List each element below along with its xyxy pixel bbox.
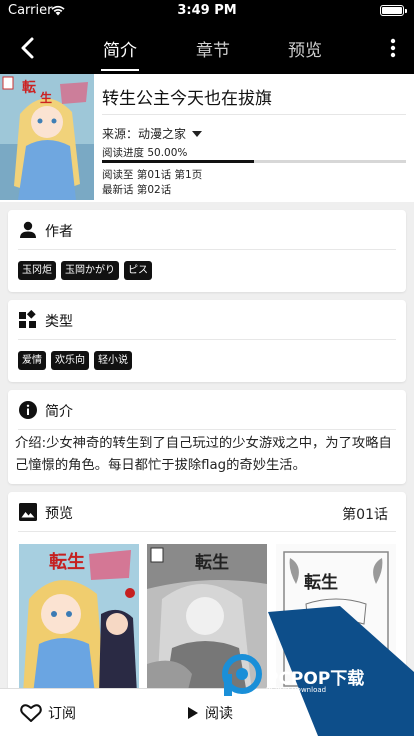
status-bar: Carrier 3:49 PM xyxy=(0,0,414,22)
dropdown-caret-icon xyxy=(192,131,203,137)
preview-thumbnail[interactable]: 転生 xyxy=(19,544,139,694)
last-read-position: 阅读至 第01话 第1页 xyxy=(102,169,203,181)
author-tag[interactable]: 玉岡かがり xyxy=(61,261,119,280)
genre-card-header: 类型 xyxy=(18,300,396,340)
divider xyxy=(102,114,406,115)
bottom-action-bar: 订阅 阅读 xyxy=(0,688,414,736)
summary-card: 简介 介绍:少女神奇的转生到了自己玩过的少女游戏之中，为了攻略自己憧憬的角色。每… xyxy=(8,390,406,484)
reading-progress-label: 阅读进度 50.00% xyxy=(102,147,188,159)
svg-text:転生: 転生 xyxy=(195,552,229,573)
download-button[interactable] xyxy=(346,689,362,736)
preview-thumbnail[interactable]: 転生 xyxy=(147,544,267,694)
download-icon xyxy=(347,706,361,720)
source-selector[interactable]: 来源：动漫之家 xyxy=(102,125,203,142)
read-button[interactable]: 阅读 xyxy=(187,689,233,736)
tab-intro[interactable]: 简介 xyxy=(101,36,139,71)
subscribe-button[interactable]: 订阅 xyxy=(20,689,76,736)
heart-outline-icon xyxy=(20,704,42,722)
summary-heading: 简介 xyxy=(45,404,73,420)
genre-tag[interactable]: 爱情 xyxy=(18,351,46,370)
latest-chapter: 最新话 第02话 xyxy=(102,184,172,196)
genre-tags: 爱情 欢乐向 轻小说 xyxy=(18,351,132,370)
svg-text:生: 生 xyxy=(40,90,52,105)
preview-card: 预览 第01话 転生 転生 転生 xyxy=(8,492,406,712)
read-label: 阅读 xyxy=(205,706,233,722)
genre-heading: 类型 xyxy=(45,314,73,330)
play-icon xyxy=(188,707,198,719)
genre-card: 类型 爱情 欢乐向 轻小说 xyxy=(8,300,406,382)
author-tag[interactable]: ピス xyxy=(124,261,152,280)
battery-icon xyxy=(380,5,407,16)
image-icon xyxy=(19,503,37,521)
tab-chapters[interactable]: 章节 xyxy=(196,36,230,61)
source-label: 来源：动漫之家 xyxy=(102,127,187,141)
genre-tag[interactable]: 轻小说 xyxy=(94,351,132,370)
cover-image[interactable]: 転 生 xyxy=(0,74,94,200)
genre-tag[interactable]: 欢乐向 xyxy=(51,351,89,370)
preview-heading: 预览 xyxy=(45,506,73,522)
svg-text:転: 転 xyxy=(22,79,36,96)
subscribe-label: 订阅 xyxy=(48,706,76,722)
clock: 3:49 PM xyxy=(177,3,237,18)
comic-header: 転 生 转生公主今天也在拔旗 来源：动漫之家 阅读进度 50.00% 阅读至 第… xyxy=(0,74,414,202)
author-tags: 玉冈炬 玉岡かがり ピス xyxy=(18,261,152,280)
person-icon xyxy=(20,221,36,238)
preview-thumbnail[interactable]: 転生 xyxy=(276,544,396,694)
summary-card-header: 简介 xyxy=(18,390,396,430)
more-vertical-icon[interactable] xyxy=(390,38,396,58)
info-icon xyxy=(19,401,37,419)
summary-text: 介绍:少女神奇的转生到了自己玩过的少女游戏之中，为了攻略自己憧憬的角色。每日都忙… xyxy=(15,436,392,473)
author-card: 作者 玉冈炬 玉岡かがり ピス xyxy=(8,210,406,292)
author-card-header: 作者 xyxy=(18,210,396,250)
tab-preview[interactable]: 预览 xyxy=(288,36,322,61)
author-tag[interactable]: 玉冈炬 xyxy=(18,261,56,280)
widgets-icon xyxy=(19,310,36,328)
reading-progress-bar xyxy=(102,160,406,163)
preview-card-header: 预览 第01话 xyxy=(18,492,396,532)
preview-chapter-label[interactable]: 第01话 xyxy=(342,504,388,524)
svg-text:転生: 転生 xyxy=(49,551,85,573)
comic-title: 转生公主今天也在拔旗 xyxy=(102,89,272,109)
back-arrow-icon[interactable] xyxy=(16,36,40,60)
nav-bar: 简介 章节 预览 xyxy=(0,22,414,74)
author-heading: 作者 xyxy=(45,224,73,240)
svg-text:転生: 転生 xyxy=(304,572,338,593)
